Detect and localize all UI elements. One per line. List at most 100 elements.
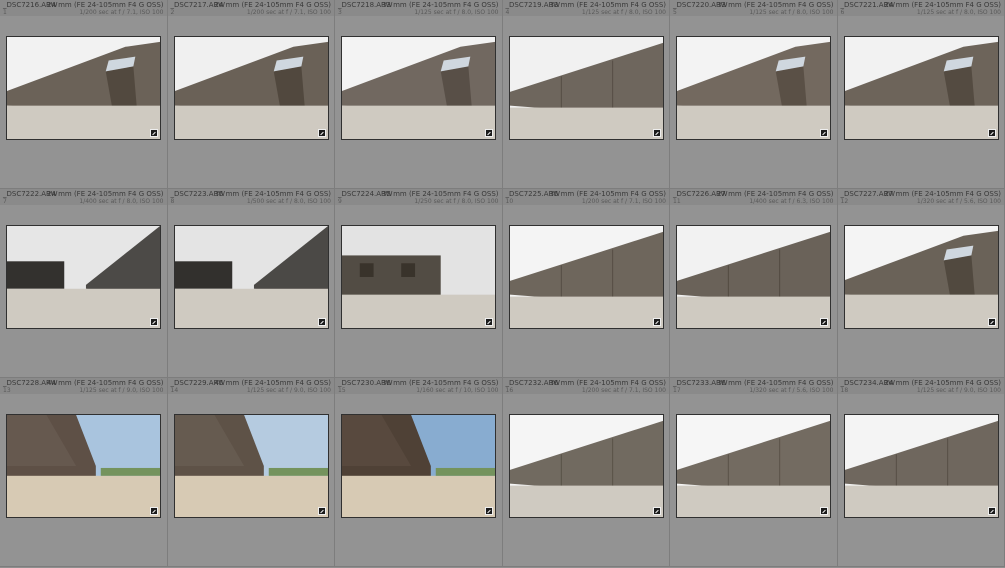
photo-cell[interactable]: _DSC7218.ARW 33 mm (FE 24-105mm F4 G OSS)…	[335, 0, 503, 189]
edit-badge-icon[interactable]	[987, 507, 996, 515]
edit-badge-icon[interactable]	[652, 129, 661, 137]
edit-badge-icon[interactable]	[485, 129, 493, 137]
exposure-info: 1/125 sec at f / 8.0, ISO 100	[414, 9, 499, 16]
photo-cell[interactable]: _DSC7224.ARW 35 mm (FE 24-105mm F4 G OSS)…	[335, 189, 503, 378]
photo-index: 1	[3, 9, 7, 16]
photo-thumbnail[interactable]	[676, 414, 831, 518]
lens-info: 45 mm (FE 24-105mm F4 G OSS)	[214, 379, 331, 387]
cell-header: _DSC7234.ARW 24 mm (FE 24-105mm F4 G OSS)…	[837, 378, 1004, 394]
exposure-info: 1/200 sec at f / 7.1, ISO 100	[246, 9, 331, 16]
photo-cell[interactable]: _DSC7226.ARW 27 mm (FE 24-105mm F4 G OSS)…	[670, 189, 838, 378]
photo-cell[interactable]: _DSC7229.ARW 45 mm (FE 24-105mm F4 G OSS)…	[167, 378, 335, 567]
photo-thumbnail[interactable]	[341, 36, 496, 140]
photo-index: 7	[3, 198, 7, 205]
edit-badge-icon[interactable]	[820, 318, 828, 326]
photo-index: 11	[673, 198, 681, 205]
edit-badge-icon[interactable]	[317, 129, 326, 137]
photo-cell[interactable]: _DSC7225.ARW 35 mm (FE 24-105mm F4 G OSS)…	[502, 189, 670, 378]
photo-cell[interactable]: _DSC7223.ARW 35 mm (FE 24-105mm F4 G OSS)…	[167, 189, 335, 378]
cell-header: _DSC7232.ARW 36 mm (FE 24-105mm F4 G OSS)…	[502, 378, 669, 394]
photo-thumbnail[interactable]	[173, 225, 329, 329]
lens-info: 27 mm (FE 24-105mm F4 G OSS)	[716, 190, 834, 198]
photo-thumbnail[interactable]	[508, 414, 664, 518]
photo-index: 13	[3, 387, 11, 394]
lens-info: 27 mm (FE 24-105mm F4 G OSS)	[884, 190, 1001, 198]
cell-header: _DSC7216.ARW 24 mm (FE 24-105mm F4 G OSS)…	[0, 0, 167, 16]
cell-header: _DSC7227.ARW 27 mm (FE 24-105mm F4 G OSS)…	[837, 189, 1004, 205]
photo-thumbnail[interactable]	[508, 36, 664, 140]
photo-thumbnail[interactable]	[6, 414, 161, 518]
edit-badge-icon[interactable]	[485, 507, 493, 515]
lens-info: 36 mm (FE 24-105mm F4 G OSS)	[381, 379, 499, 387]
cell-header: _DSC7225.ARW 35 mm (FE 24-105mm F4 G OSS)…	[502, 189, 669, 205]
photo-cell[interactable]: _DSC7222.ARW 24 mm (FE 24-105mm F4 G OSS)…	[0, 189, 168, 378]
photo-cell[interactable]: _DSC7232.ARW 36 mm (FE 24-105mm F4 G OSS)…	[502, 378, 670, 567]
photo-thumbnail[interactable]	[341, 414, 496, 518]
lens-info: 35 mm (FE 24-105mm F4 G OSS)	[549, 190, 666, 198]
cell-header: _DSC7218.ARW 33 mm (FE 24-105mm F4 G OSS)…	[335, 0, 502, 16]
photo-cell[interactable]: _DSC7216.ARW 24 mm (FE 24-105mm F4 G OSS)…	[0, 0, 168, 189]
photo-index: 4	[505, 9, 510, 16]
edit-badge-icon[interactable]	[987, 129, 996, 137]
edit-badge-icon[interactable]	[150, 507, 158, 515]
edit-badge-icon[interactable]	[820, 129, 828, 137]
cell-header: _DSC7222.ARW 24 mm (FE 24-105mm F4 G OSS)…	[0, 189, 167, 205]
edit-badge-icon[interactable]	[652, 318, 661, 326]
cell-header: _DSC7226.ARW 27 mm (FE 24-105mm F4 G OSS)…	[670, 189, 837, 205]
photo-cell[interactable]: _DSC7217.ARW 24 mm (FE 24-105mm F4 G OSS)…	[167, 0, 335, 189]
photo-index: 17	[673, 387, 681, 394]
photo-cell[interactable]: _DSC7230.ARW 36 mm (FE 24-105mm F4 G OSS)…	[335, 378, 503, 567]
cell-header: _DSC7223.ARW 35 mm (FE 24-105mm F4 G OSS)…	[167, 189, 334, 205]
lens-info: 35 mm (FE 24-105mm F4 G OSS)	[381, 190, 499, 198]
edit-badge-icon[interactable]	[150, 129, 158, 137]
photo-thumbnail[interactable]	[6, 225, 161, 329]
photo-index: 3	[338, 9, 342, 16]
exposure-info: 1/250 sec at f / 8.0, ISO 100	[414, 198, 499, 205]
edit-badge-icon[interactable]	[317, 318, 326, 326]
edit-badge-icon[interactable]	[820, 507, 828, 515]
photo-thumbnail[interactable]	[843, 414, 999, 518]
exposure-info: 1/200 sec at f / 7.1, ISO 100	[581, 198, 666, 205]
cell-header: _DSC7217.ARW 24 mm (FE 24-105mm F4 G OSS)…	[167, 0, 334, 16]
edit-badge-icon[interactable]	[987, 318, 996, 326]
photo-thumbnail[interactable]	[508, 225, 664, 329]
edit-badge-icon[interactable]	[150, 318, 158, 326]
photo-index: 5	[673, 9, 677, 16]
photo-index: 12	[840, 198, 849, 205]
cell-header: _DSC7220.ARW 33 mm (FE 24-105mm F4 G OSS)…	[670, 0, 837, 16]
exposure-info: 1/400 sec at f / 6.3, ISO 100	[749, 198, 834, 205]
photo-thumbnail[interactable]	[6, 36, 161, 140]
cell-header: _DSC7233.ARW 36 mm (FE 24-105mm F4 G OSS)…	[670, 378, 837, 394]
photo-cell[interactable]: _DSC7219.ARW 33 mm (FE 24-105mm F4 G OSS)…	[502, 0, 670, 189]
photo-cell[interactable]: _DSC7221.ARW 24 mm (FE 24-105mm F4 G OSS)…	[837, 0, 1005, 189]
photo-index: 16	[505, 387, 514, 394]
lens-info: 24 mm (FE 24-105mm F4 G OSS)	[214, 1, 331, 9]
exposure-info: 1/125 sec at f / 9.0, ISO 100	[246, 387, 331, 394]
photo-thumbnail[interactable]	[341, 225, 496, 329]
exposure-info: 1/200 sec at f / 7.1, ISO 100	[79, 9, 164, 16]
cell-header: _DSC7229.ARW 45 mm (FE 24-105mm F4 G OSS)…	[167, 378, 334, 394]
photo-thumbnail[interactable]	[843, 225, 999, 329]
photo-thumbnail[interactable]	[173, 36, 329, 140]
edit-badge-icon[interactable]	[652, 507, 661, 515]
photo-cell[interactable]: _DSC7227.ARW 27 mm (FE 24-105mm F4 G OSS)…	[837, 189, 1005, 378]
photo-cell[interactable]: _DSC7233.ARW 36 mm (FE 24-105mm F4 G OSS)…	[670, 378, 838, 567]
photo-thumbnail[interactable]	[676, 36, 831, 140]
photo-thumbnail[interactable]	[676, 225, 831, 329]
edit-badge-icon[interactable]	[485, 318, 493, 326]
photo-thumbnail[interactable]	[843, 36, 999, 140]
lens-info: 33 mm (FE 24-105mm F4 G OSS)	[716, 1, 834, 9]
photo-cell[interactable]: _DSC7234.ARW 24 mm (FE 24-105mm F4 G OSS)…	[837, 378, 1005, 567]
photo-index: 15	[338, 387, 346, 394]
photo-cell[interactable]: _DSC7228.ARW 44 mm (FE 24-105mm F4 G OSS)…	[0, 378, 168, 567]
edit-badge-icon[interactable]	[317, 507, 326, 515]
photo-thumbnail[interactable]	[173, 414, 329, 518]
photo-index: 18	[840, 387, 849, 394]
photo-cell[interactable]: _DSC7220.ARW 33 mm (FE 24-105mm F4 G OSS)…	[670, 0, 838, 189]
lens-info: 24 mm (FE 24-105mm F4 G OSS)	[884, 379, 1001, 387]
photo-index: 10	[505, 198, 514, 205]
exposure-info: 1/160 sec at f / 10, ISO 100	[416, 387, 499, 394]
lens-info: 33 mm (FE 24-105mm F4 G OSS)	[549, 1, 666, 9]
exposure-info: 1/125 sec at f / 8.0, ISO 100	[916, 9, 1001, 16]
cell-header: _DSC7219.ARW 33 mm (FE 24-105mm F4 G OSS)…	[502, 0, 669, 16]
